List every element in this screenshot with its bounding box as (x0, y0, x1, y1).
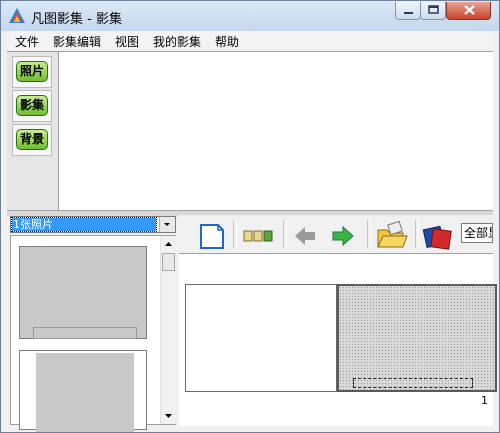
menu-bar: 文件 影集编辑 视图 我的影集 帮助 (7, 31, 493, 51)
side-panel: 照片 影集 背景 (7, 52, 59, 210)
menu-view[interactable]: 视图 (115, 33, 139, 50)
sidebar-item-label: 照片 (16, 61, 48, 82)
view-range-select[interactable]: 全部显 (461, 223, 493, 243)
title-bar[interactable]: 凡图影集 - 影集 (1, 1, 499, 31)
chevron-down-icon (164, 223, 170, 226)
text-frame[interactable] (353, 378, 473, 388)
open-folder-button[interactable] (375, 218, 409, 250)
main-window: 凡图影集 - 影集 文件 影集编辑 视图 我的影集 帮助 照片 影集 背景 1张… (0, 0, 500, 433)
menu-file[interactable]: 文件 (15, 33, 39, 50)
client-area: 照片 影集 背景 1张照片 全部 1 (7, 51, 497, 432)
album-canvas[interactable]: 1 (179, 253, 497, 426)
vertical-scrollbar[interactable] (160, 236, 176, 424)
toolbar-separator (415, 220, 419, 248)
window-title: 凡图影集 - 影集 (31, 12, 122, 27)
menu-my-albums[interactable]: 我的影集 (153, 33, 201, 50)
scroll-thumb[interactable] (162, 253, 175, 271)
toolbar: 全部显 (179, 215, 493, 253)
layout-icon (243, 230, 273, 242)
photo-count-dropdown[interactable]: 1张照片 (10, 216, 176, 233)
forward-arrow-icon (332, 225, 354, 247)
maximize-button[interactable] (420, 2, 446, 20)
menu-album-edit[interactable]: 影集编辑 (53, 33, 101, 50)
back-arrow-icon (295, 227, 315, 245)
page-number: 1 (481, 394, 488, 407)
scroll-down-icon (165, 414, 172, 418)
new-page-button[interactable] (197, 218, 227, 250)
album-page-left[interactable] (185, 284, 337, 392)
close-icon (464, 5, 475, 15)
text-placeholder (33, 327, 137, 339)
sidebar-item-label: 背景 (16, 129, 48, 150)
sidebar-item-album[interactable]: 影集 (12, 90, 52, 122)
thumbnail-list (10, 235, 176, 432)
background-window-ghost (161, 1, 281, 16)
scroll-down-button[interactable] (161, 408, 176, 424)
close-button[interactable] (446, 2, 491, 20)
app-icon (9, 8, 25, 23)
album-icon (422, 225, 452, 250)
sidebar-item-background[interactable]: 背景 (12, 124, 52, 156)
dropdown-value: 1张照片 (11, 217, 157, 232)
minimize-button[interactable] (395, 2, 421, 20)
sidebar-item-label: 影集 (16, 95, 48, 116)
new-page-icon (200, 224, 224, 249)
sidebar-item-photos[interactable]: 照片 (12, 56, 52, 88)
layout-button[interactable] (241, 218, 279, 250)
forward-button[interactable] (327, 218, 357, 250)
album-page-right[interactable] (337, 284, 497, 392)
toolbar-separator (367, 220, 371, 248)
minimize-icon (404, 12, 413, 14)
scroll-up-icon (165, 242, 172, 246)
maximize-icon (428, 5, 439, 14)
toolbar-separator (283, 220, 287, 248)
photo-placeholder (36, 353, 134, 432)
thumbnail-page-1[interactable] (19, 246, 147, 339)
toolbar-separator (233, 220, 237, 248)
menu-help[interactable]: 帮助 (215, 33, 239, 50)
open-folder-icon (377, 220, 408, 248)
back-button[interactable] (291, 218, 321, 250)
content-area (59, 52, 493, 210)
dropdown-arrow-button[interactable] (159, 217, 175, 232)
scroll-up-button[interactable] (161, 236, 176, 252)
album-button[interactable] (421, 218, 455, 250)
thumbnail-page-2[interactable] (19, 350, 147, 432)
